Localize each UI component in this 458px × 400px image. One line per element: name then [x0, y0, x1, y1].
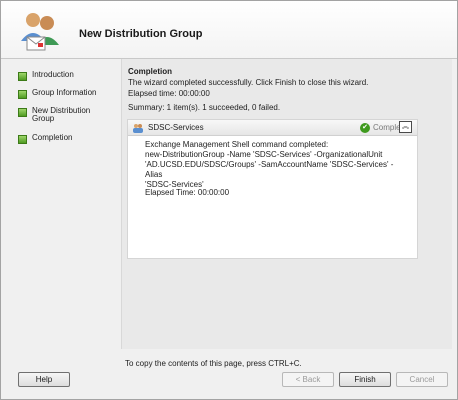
result-header: SDSC-Services ✔ Completed ︽: [128, 120, 417, 136]
command-output: Exchange Management Shell command comple…: [145, 140, 407, 190]
wizard-title: New Distribution Group: [79, 28, 203, 40]
wizard-window: New Distribution Group Introduction Grou…: [0, 0, 458, 400]
check-icon: ✔: [360, 123, 370, 133]
nav-item-new-distribution-group[interactable]: New Distribution Group: [18, 107, 100, 123]
bullet-icon: [18, 108, 27, 117]
elapsed-time: Elapsed time: 00:00:00: [128, 89, 210, 98]
nav-item-label: New Distribution Group: [32, 106, 91, 123]
section-title: Completion: [128, 67, 172, 76]
finish-button[interactable]: Finish: [339, 372, 391, 387]
wizard-header: New Distribution Group: [1, 1, 457, 59]
nav-item-introduction[interactable]: Introduction: [18, 71, 100, 81]
bullet-icon: [18, 90, 27, 99]
nav-item-completion[interactable]: Completion: [18, 134, 100, 144]
bullet-icon: [18, 135, 27, 144]
wizard-nav: Introduction Group Information New Distr…: [1, 59, 113, 359]
group-icon: [133, 124, 143, 133]
result-elapsed-time: Elapsed Time: 00:00:00: [145, 188, 230, 197]
command-line: Exchange Management Shell command comple…: [145, 140, 329, 149]
summary-text: Summary: 1 item(s). 1 succeeded, 0 faile…: [128, 103, 281, 112]
nav-item-group-information[interactable]: Group Information: [18, 89, 100, 99]
copy-hint: To copy the contents of this page, press…: [125, 359, 302, 368]
back-button[interactable]: < Back: [282, 372, 334, 387]
command-line: new-DistributionGroup -Name 'SDSC-Servic…: [145, 150, 383, 159]
result-name: SDSC-Services: [148, 123, 204, 132]
bullet-icon: [18, 72, 27, 81]
cancel-button[interactable]: Cancel: [396, 372, 448, 387]
users-mail-icon: [21, 13, 59, 51]
content-panel: Completion The wizard completed successf…: [121, 59, 452, 349]
help-button[interactable]: Help: [18, 372, 70, 387]
nav-item-label: Introduction: [32, 70, 74, 79]
chevron-up-icon[interactable]: ︽: [399, 121, 412, 133]
result-panel: SDSC-Services ✔ Completed ︽ Exchange Man…: [127, 119, 418, 259]
completion-message: The wizard completed successfully. Click…: [128, 78, 369, 87]
nav-item-label: Group Information: [32, 88, 97, 97]
nav-item-label: Completion: [32, 133, 73, 142]
command-line: 'AD.UCSD.EDU/SDSC/Groups' -SamAccountNam…: [145, 160, 394, 179]
